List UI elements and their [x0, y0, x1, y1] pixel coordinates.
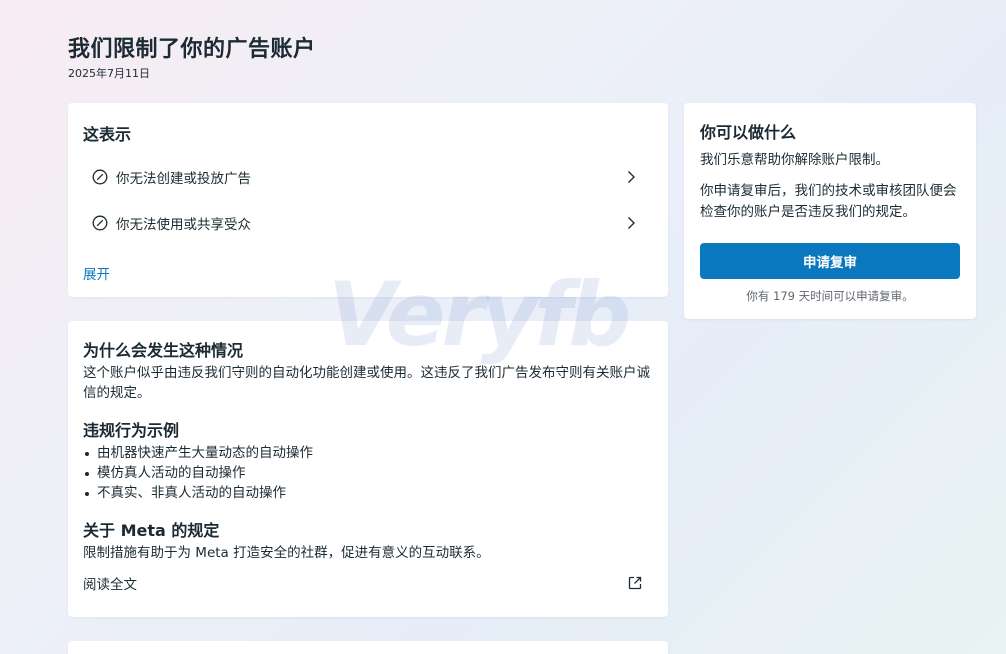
restriction-item-audiences[interactable]: 你无法使用或共享受众: [83, 206, 653, 240]
additional-card: [68, 641, 668, 654]
what-description: 你申请复审后，我们的技术或审核团队便会检查你的账户是否违反我们的规定。: [700, 183, 957, 220]
request-review-button[interactable]: 申请复审: [700, 243, 960, 279]
chevron-right-icon: [628, 171, 635, 183]
restrictions-card: 这表示 你无法创建或投放广告 你无法使用或共享受众 展开: [68, 103, 668, 297]
restriction-item-label: 你无法创建或投放广告: [116, 171, 251, 187]
rules-body: 限制措施有助于为 Meta 打造安全的社群，促进有意义的互动联系。: [83, 545, 490, 561]
list-item: 由机器快速产生大量动态的自动操作: [83, 443, 658, 463]
what-intro: 我们乐意帮助你解除账户限制。: [700, 152, 889, 168]
review-deadline-note: 你有 179 天时间可以申请复审。: [746, 289, 914, 303]
page-date: 2025年7月11日: [68, 67, 150, 80]
what-you-can-do-card: 你可以做什么 我们乐意帮助你解除账户限制。 你申请复审后，我们的技术或审核团队便…: [684, 103, 976, 319]
read-full-label: 阅读全文: [83, 577, 137, 593]
examples-heading: 违规行为示例: [83, 421, 180, 440]
why-heading: 为什么会发生这种情况: [83, 341, 244, 360]
ban-icon: [92, 215, 108, 231]
external-link-icon: [628, 576, 642, 590]
page-title: 我们限制了你的广告账户: [68, 37, 316, 62]
ban-icon: [92, 169, 108, 185]
list-item: 不真实、非真人活动的自动操作: [83, 483, 658, 503]
chevron-right-icon: [628, 217, 635, 229]
restriction-item-label: 你无法使用或共享受众: [116, 217, 251, 233]
why-body: 这个账户似乎由违反我们守则的自动化功能创建或使用。这违反了我们广告发布守则有关账…: [83, 365, 650, 401]
expand-link[interactable]: 展开: [83, 263, 110, 283]
list-item: 模仿真人活动的自动操作: [83, 463, 658, 483]
read-full-link[interactable]: 阅读全文: [83, 571, 643, 595]
what-heading: 你可以做什么: [700, 123, 797, 142]
rules-heading: 关于 Meta 的规定: [83, 521, 220, 540]
restrictions-heading: 这表示: [83, 125, 132, 144]
why-card: 为什么会发生这种情况 这个账户似乎由违反我们守则的自动化功能创建或使用。这违反了…: [68, 321, 668, 617]
examples-list: 由机器快速产生大量动态的自动操作 模仿真人活动的自动操作 不真实、非真人活动的自…: [83, 443, 658, 503]
restriction-item-ads[interactable]: 你无法创建或投放广告: [83, 160, 653, 194]
